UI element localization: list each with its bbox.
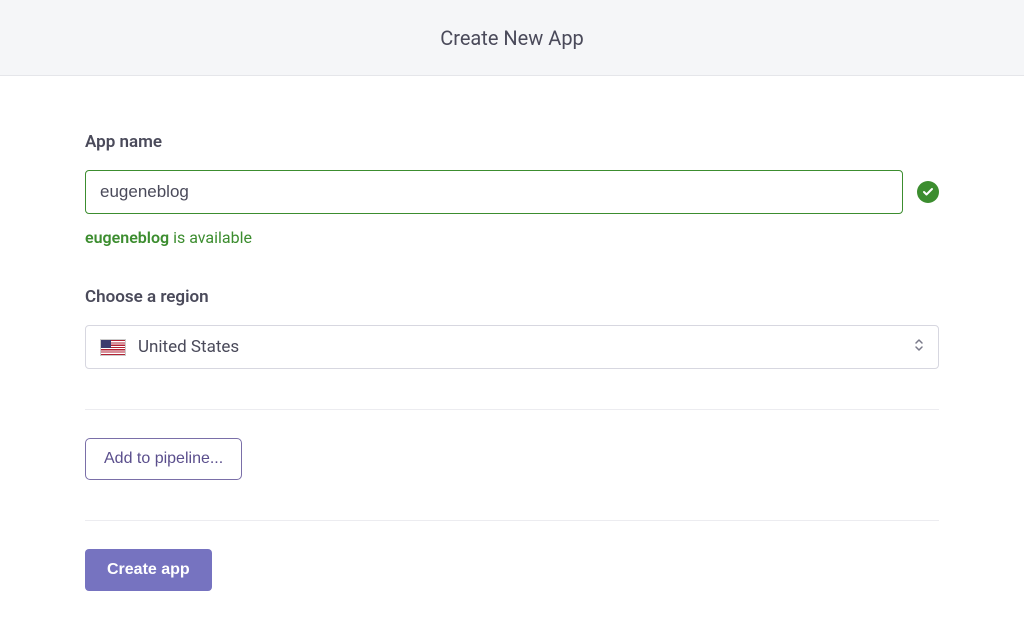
section-divider bbox=[85, 409, 939, 410]
page-header: Create New App bbox=[0, 0, 1024, 76]
form-content: App name eugeneblog is available Choose … bbox=[0, 76, 1024, 631]
app-name-label: App name bbox=[85, 132, 939, 152]
section-divider bbox=[85, 520, 939, 521]
app-name-input[interactable] bbox=[85, 170, 903, 214]
create-app-button[interactable]: Create app bbox=[85, 549, 212, 591]
app-name-row bbox=[85, 170, 939, 214]
region-label: Choose a region bbox=[85, 287, 939, 307]
availability-name: eugeneblog bbox=[85, 228, 169, 247]
chevron-updown-icon bbox=[914, 337, 924, 357]
us-flag-icon bbox=[100, 339, 126, 356]
region-select[interactable]: United States bbox=[85, 325, 939, 369]
availability-status: is available bbox=[169, 228, 252, 247]
availability-message: eugeneblog is available bbox=[85, 228, 939, 247]
check-success-icon bbox=[917, 181, 939, 203]
page-title: Create New App bbox=[440, 26, 584, 50]
region-selected-value: United States bbox=[138, 337, 239, 357]
add-to-pipeline-button[interactable]: Add to pipeline... bbox=[85, 438, 242, 480]
